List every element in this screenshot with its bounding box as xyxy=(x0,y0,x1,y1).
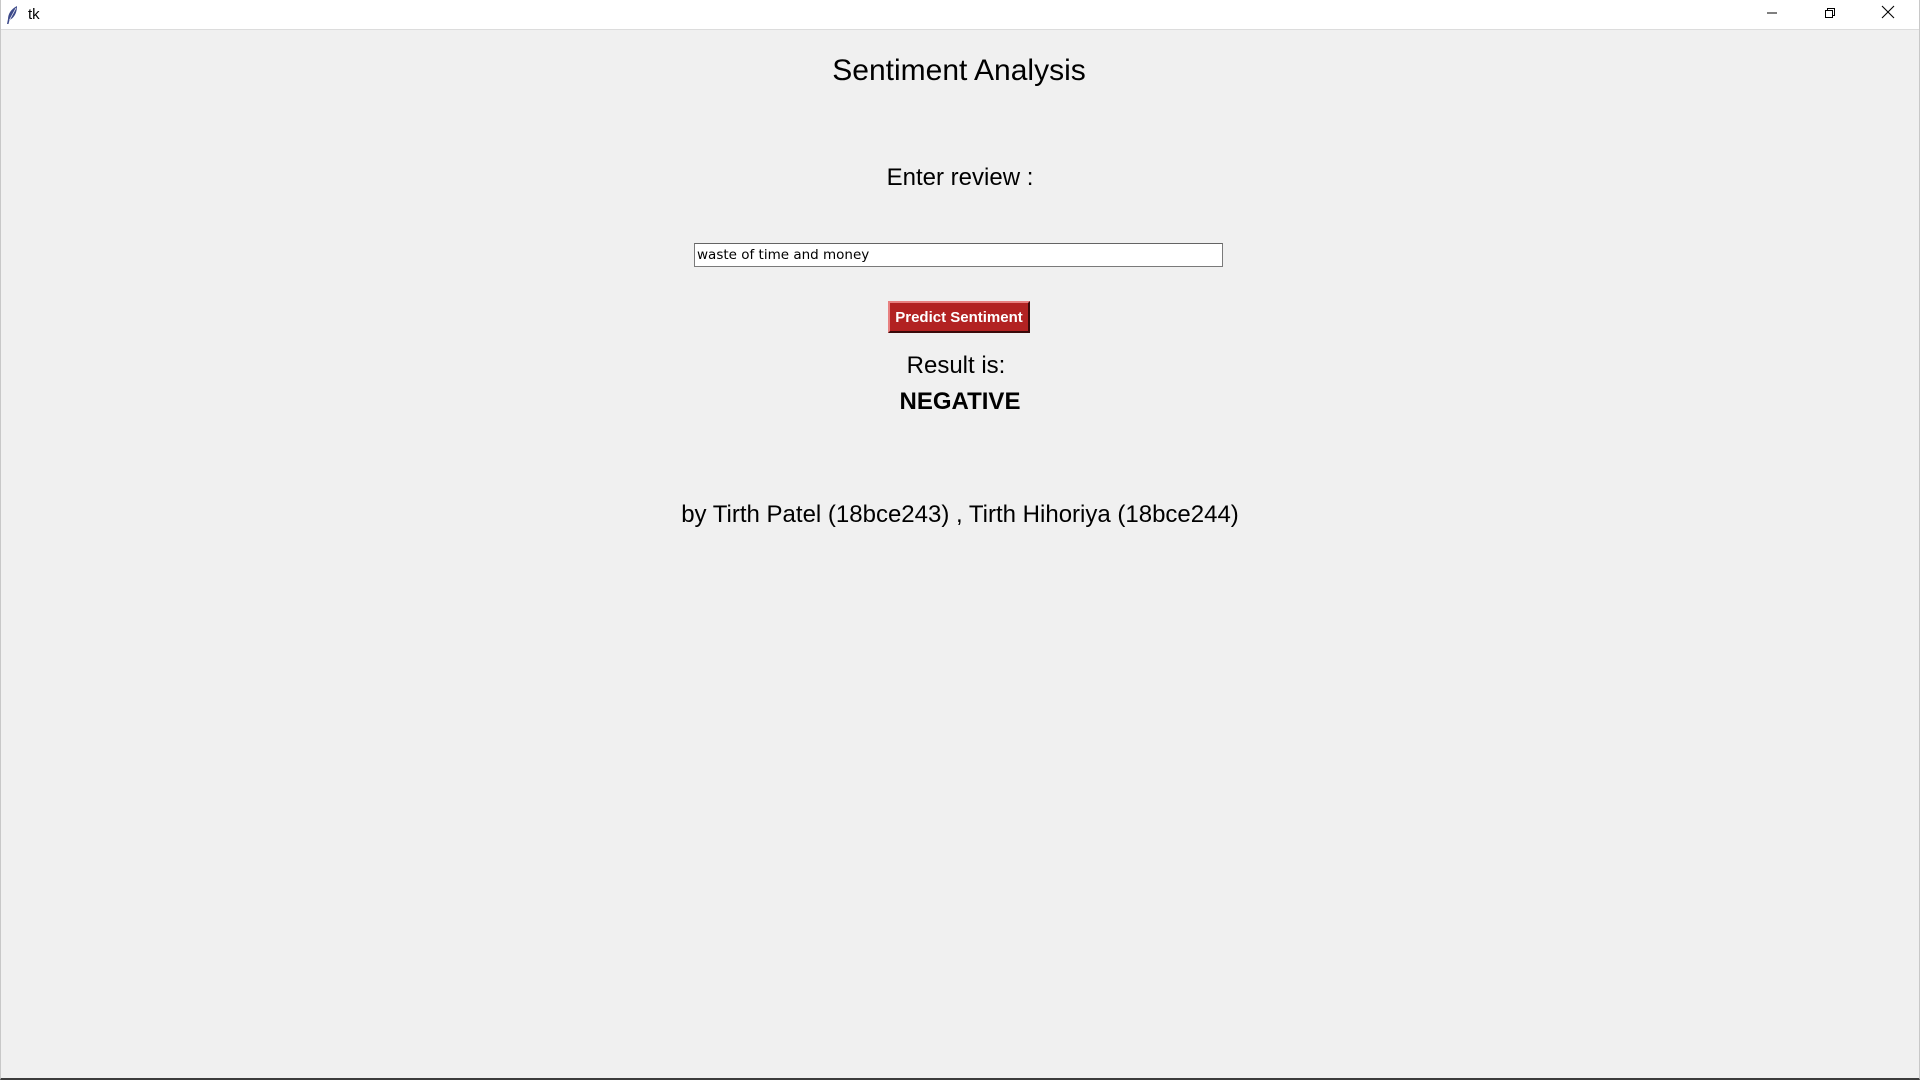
predict-sentiment-button[interactable]: Predict Sentiment xyxy=(888,301,1030,333)
restore-button[interactable] xyxy=(1801,0,1859,29)
page-title: Sentiment Analysis xyxy=(832,54,1086,87)
minimize-button[interactable] xyxy=(1743,0,1801,29)
result-label: Result is: xyxy=(906,352,1006,379)
tk-feather-icon xyxy=(5,5,19,25)
app-window: tk Sentiment Analysis Enter review: was… xyxy=(0,0,1920,1080)
restore-icon xyxy=(1824,6,1836,24)
review-input[interactable] xyxy=(694,243,1223,267)
close-button[interactable] xyxy=(1859,0,1917,29)
credits-text: by Tirth Patel (18bce243) , Tirth Hihori… xyxy=(681,501,1239,528)
minimize-icon xyxy=(1766,6,1778,24)
main-content: Sentiment Analysis Enter review : Predic… xyxy=(1,30,1919,1078)
title-bar[interactable]: tk xyxy=(1,0,1919,30)
window-title: tk xyxy=(28,6,40,23)
close-icon xyxy=(1881,5,1895,24)
result-value: NEGATIVE xyxy=(899,388,1021,415)
review-label: Enter review : xyxy=(886,164,1034,191)
